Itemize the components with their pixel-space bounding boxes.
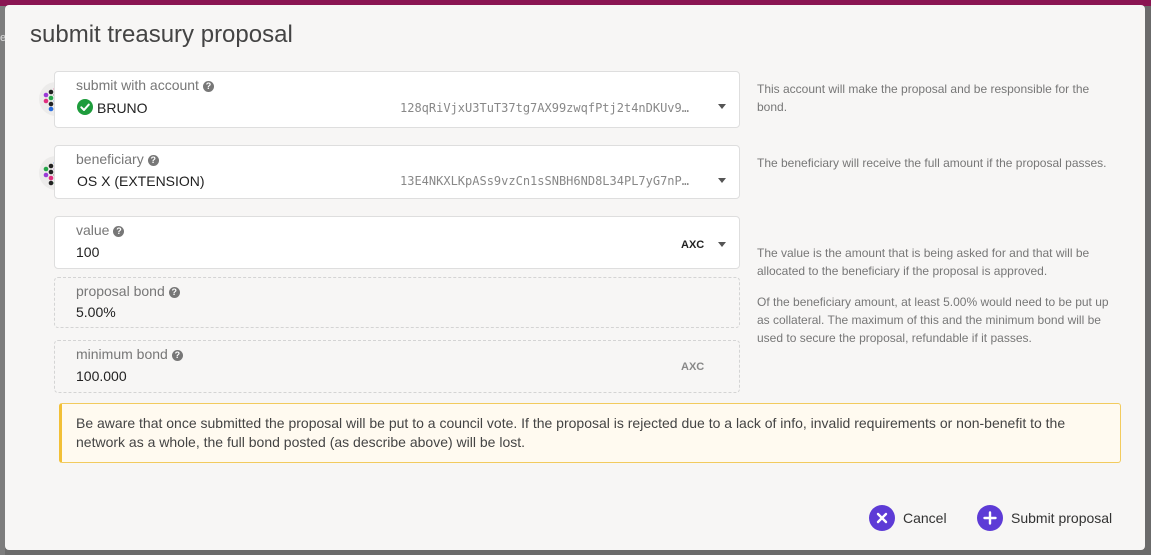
cancel-label: Cancel bbox=[903, 510, 947, 526]
submit-proposal-button[interactable]: Submit proposal bbox=[977, 505, 1112, 531]
close-icon bbox=[869, 505, 895, 531]
account-selector[interactable]: submit with account? BRUNO 128qRiVjxU3Tu… bbox=[54, 71, 740, 128]
check-icon bbox=[77, 99, 93, 115]
caret-down-icon[interactable] bbox=[718, 242, 726, 247]
value-label: value bbox=[76, 222, 110, 238]
caret-down-icon[interactable] bbox=[718, 178, 726, 183]
value-amount[interactable]: 100 bbox=[76, 244, 99, 260]
account-name: BRUNO bbox=[97, 100, 148, 116]
account-label: submit with account bbox=[76, 77, 199, 93]
help-icon[interactable]: ? bbox=[113, 226, 125, 237]
beneficiary-hint: The beneficiary will receive the full am… bbox=[757, 156, 1107, 170]
help-icon[interactable]: ? bbox=[171, 350, 183, 361]
dialog-title: submit treasury proposal bbox=[30, 21, 293, 48]
minimum-bond-value: 100.000 bbox=[76, 368, 127, 384]
warning-text: Be aware that once submitted the proposa… bbox=[76, 415, 1066, 450]
treasury-proposal-dialog: submit treasury proposal submit with acc… bbox=[5, 5, 1145, 550]
cancel-button[interactable]: Cancel bbox=[869, 505, 947, 531]
help-icon[interactable]: ? bbox=[168, 287, 180, 298]
account-address: 128qRiVjxU3TuT37tg7AX99zwqfPtj2t4nDKUv9… bbox=[400, 101, 689, 115]
beneficiary-address: 13E4NKXLKpASs9vzCn1sSNBH6ND8L34PL7yG7nP… bbox=[400, 174, 689, 188]
beneficiary-selector[interactable]: beneficiary? OS X (EXTENSION) 13E4NKXLKp… bbox=[54, 145, 740, 199]
value-unit-select[interactable]: AXC bbox=[681, 239, 704, 251]
warning-box: Be aware that once submitted the proposa… bbox=[59, 403, 1121, 463]
caret-down-icon[interactable] bbox=[718, 104, 726, 109]
submit-label: Submit proposal bbox=[1011, 510, 1113, 526]
minimum-bond-field: minimum bond? 100.000 AXC bbox=[54, 340, 740, 393]
proposal-bond-field: proposal bond? 5.00% bbox=[54, 277, 740, 328]
account-hint: This account will make the proposal and … bbox=[757, 82, 1090, 114]
help-icon[interactable]: ? bbox=[202, 81, 214, 92]
beneficiary-label: beneficiary bbox=[76, 151, 144, 167]
value-input[interactable]: value? 100 AXC bbox=[54, 216, 740, 269]
proposal-bond-value: 5.00% bbox=[76, 304, 116, 320]
beneficiary-name: OS X (EXTENSION) bbox=[77, 173, 205, 189]
plus-icon bbox=[977, 505, 1003, 531]
proposal-bond-label: proposal bond bbox=[76, 283, 165, 299]
minimum-bond-unit: AXC bbox=[681, 361, 705, 373]
minimum-bond-label: minimum bond bbox=[76, 346, 168, 362]
value-hint: The value is the amount that is being as… bbox=[757, 246, 1090, 278]
proposal-bond-hint: Of the beneficiary amount, at least 5.00… bbox=[757, 295, 1109, 345]
help-icon[interactable]: ? bbox=[147, 155, 159, 166]
